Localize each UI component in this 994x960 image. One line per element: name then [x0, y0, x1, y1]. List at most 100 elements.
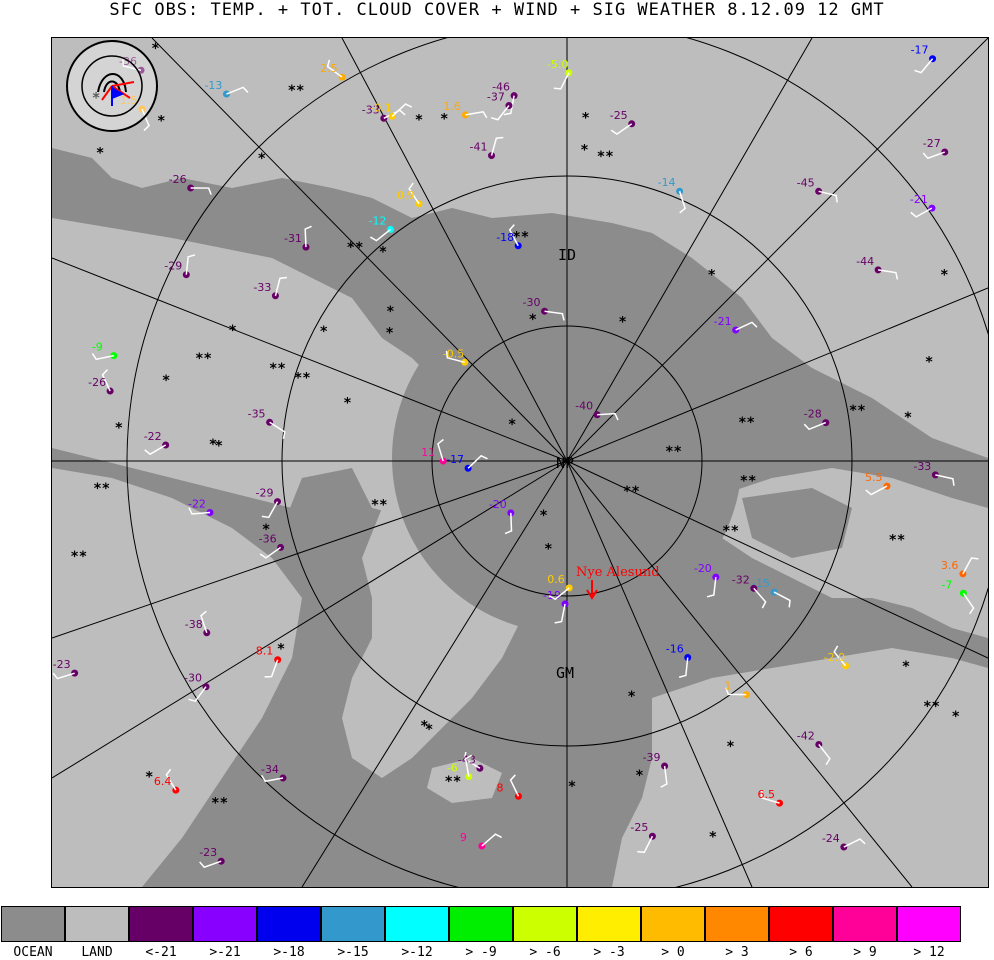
temperature-label: 8 — [496, 781, 503, 794]
snow-symbol-icon: * — [96, 145, 104, 161]
station-observation: -28 — [803, 408, 830, 431]
legend-swatch — [577, 906, 641, 942]
temperature-label: -32 — [732, 573, 750, 586]
temperature-label: -26 — [169, 173, 187, 186]
temperature-label: 9 — [460, 831, 467, 844]
snow-symbol-icon: * — [440, 112, 448, 128]
temperature-label: 0.9 — [397, 189, 415, 202]
temperature-label: -23 — [199, 846, 217, 859]
temperature-label: -33 — [913, 460, 931, 473]
snow-symbol-icon: ** — [740, 473, 757, 489]
station-observation: -31 — [284, 225, 312, 251]
temperature-label: -39 — [643, 751, 661, 764]
snow-symbol-icon: * — [508, 417, 516, 433]
temperature-label: -20 — [694, 562, 712, 575]
snow-symbol-icon: * — [385, 325, 393, 341]
temperature-label: -14 — [658, 176, 676, 189]
temperature-label: -25 — [610, 109, 628, 122]
legend-swatch — [65, 906, 129, 942]
temperature-label: -17 — [446, 453, 464, 466]
grid-label-id: ID — [558, 246, 576, 264]
snow-symbol-icon: * — [379, 244, 387, 260]
temperature-label: -21 — [714, 315, 732, 328]
legend-swatch — [833, 906, 897, 942]
temperature-label: -42 — [797, 729, 815, 742]
legend-swatch — [641, 906, 705, 942]
grid-label-gm: GM — [556, 664, 574, 682]
snow-symbol-icon: * — [258, 151, 266, 167]
temperature-label: -45 — [797, 176, 815, 189]
temperature-label: -27 — [923, 137, 941, 150]
wind-barb-icon — [735, 321, 758, 331]
temperature-label: -40 — [575, 400, 593, 413]
snow-symbol-icon: * — [904, 410, 912, 426]
temperature-label: -26 — [88, 376, 106, 389]
station-observation: -33 — [913, 460, 955, 486]
temperature-label: -5.0 — [547, 58, 568, 71]
snow-symbol-icon: * — [539, 508, 547, 524]
temperature-label: -41 — [470, 141, 488, 154]
legend-swatch — [513, 906, 577, 942]
snow-symbol-icon: * — [902, 659, 910, 675]
institute-logo — [66, 40, 158, 132]
snow-symbol-icon: * — [157, 113, 165, 129]
snow-symbol-icon: * — [343, 396, 351, 412]
snow-symbol-icon: * — [726, 739, 734, 755]
temperature-label: -37 — [487, 91, 505, 104]
temperature-label: -20 — [489, 498, 507, 511]
snow-symbol-icon: ** — [849, 403, 866, 419]
snow-symbol-icon: * — [581, 111, 589, 127]
snow-symbol-icon: * — [320, 324, 328, 340]
snow-symbol-icon: * — [262, 522, 270, 538]
snow-symbol-icon: ** — [288, 83, 305, 99]
legend-swatch — [193, 906, 257, 942]
temperature-label: -9 — [92, 341, 103, 354]
snow-symbol-icon: ** — [623, 484, 640, 500]
snow-symbol-icon: * — [940, 267, 948, 283]
snow-symbol-icon: ** — [738, 415, 755, 431]
wind-barb-icon — [199, 860, 222, 869]
temperature-label: 1 — [724, 680, 731, 693]
temperature-label: -19 — [543, 589, 561, 602]
snow-symbol-icon: * — [415, 112, 423, 128]
snow-symbol-icon: * — [580, 143, 588, 159]
snow-symbol-icon: * — [618, 315, 626, 331]
temperature-label: -28 — [804, 408, 822, 421]
map-panel[interactable]: ID NP GM Nye Alesund -20 -17 -15 -18 -22 -13-… — [51, 37, 989, 888]
wind-barb-icon — [304, 225, 312, 248]
legend-swatch — [129, 906, 193, 942]
temperature-label: -0.1 — [370, 101, 391, 114]
land-europe — [612, 648, 988, 887]
snow-symbol-icon: ** — [665, 444, 682, 460]
temperature-legend: OCEAN LAND <-21 >-21 >-18 >-15 >-12 > -9 > -6 > -… — [0, 906, 964, 960]
temperature-label: 2.5 — [320, 62, 338, 75]
snow-symbol-icon: * — [386, 304, 394, 320]
snow-symbol-icon: * — [568, 779, 576, 795]
temperature-label: -22 — [188, 498, 206, 511]
snow-symbol-icon: ** — [597, 149, 614, 165]
snow-symbol-icon: ** — [444, 774, 461, 790]
temperature-label: -22 — [144, 430, 162, 443]
wind-barb-icon — [260, 774, 284, 783]
temperature-label: -30 — [184, 672, 202, 685]
snow-symbol-icon: ** — [294, 371, 311, 387]
snow-symbol-icon: ** — [195, 351, 212, 367]
wind-barb-icon — [803, 421, 827, 431]
cloud-cover-dot — [162, 441, 170, 449]
temperature-label: -24 — [822, 832, 840, 845]
snow-symbol-icon: * — [115, 420, 123, 436]
temperature-label: -35 — [248, 407, 266, 420]
temperature-label: -0.5 — [443, 347, 464, 360]
snow-symbol-icon: ** — [347, 240, 364, 256]
temperature-label: -33 — [253, 281, 271, 294]
snow-symbol-icon: * — [420, 718, 428, 734]
temperature-label: -38 — [185, 618, 203, 631]
temperature-label: -13 — [204, 79, 222, 92]
temperature-label: 8.1 — [256, 645, 274, 658]
station-observation: -20 — [694, 562, 720, 598]
temperature-label: -17 — [911, 44, 929, 57]
legend-swatch — [897, 906, 961, 942]
temperature-label: -2.0 — [824, 651, 845, 664]
station-observation: 9 — [460, 831, 502, 850]
snow-symbol-icon: * — [151, 41, 159, 57]
